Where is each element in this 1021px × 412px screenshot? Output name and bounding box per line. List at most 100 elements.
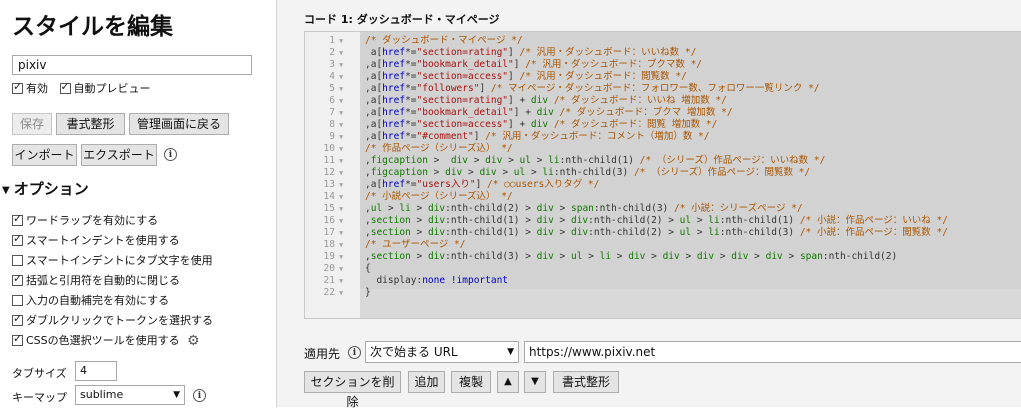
- option-checkbox[interactable]: [12, 295, 23, 306]
- option-label: ダブルクリックでトークンを選択する: [26, 314, 213, 327]
- code-line[interactable]: 7 ▼ ,a[href*="bookmark_detail"] + div /* ダ…: [305, 107, 1021, 119]
- add-section-button[interactable]: 追加: [408, 371, 445, 393]
- format-button[interactable]: 書式整形: [56, 113, 125, 135]
- option-checkbox[interactable]: [12, 232, 23, 246]
- code-token: div: [427, 215, 446, 226]
- code-token: >: [410, 251, 428, 262]
- code-token: li: [548, 155, 560, 166]
- code-editor[interactable]: 1 ▼/* ダッシュボード・マイページ */2 ▼ a[href*="section…: [304, 31, 1021, 319]
- code-line[interactable]: 19 ▼ ,section > div:nth-child(3) > div > u…: [305, 251, 1021, 263]
- code-line[interactable]: 9 ▼ ,a[href*="#comment"] /* 汎用・ダッシュボード：コメン…: [305, 131, 1021, 143]
- fold-marker-icon[interactable]: ▼: [339, 95, 343, 107]
- fold-marker-icon[interactable]: ▼: [339, 71, 343, 83]
- fold-marker-icon[interactable]: ▼: [339, 179, 343, 191]
- export-info-icon[interactable]: i: [164, 148, 177, 161]
- option-checkbox[interactable]: [12, 212, 23, 226]
- fold-marker-icon[interactable]: ▼: [339, 203, 343, 215]
- fold-marker-icon[interactable]: ▼: [339, 107, 343, 119]
- apply-info-icon[interactable]: i: [348, 346, 361, 359]
- fold-marker-icon[interactable]: ▼: [339, 119, 343, 131]
- code-line[interactable]: 16 ▼ ,section > div:nth-child(1) > div > d…: [305, 215, 1021, 227]
- code-token: ,a[: [365, 83, 383, 94]
- code-line[interactable]: 15 ▼ ,ul > li > div:nth-child(2) > div > s…: [305, 203, 1021, 215]
- code-line[interactable]: 17 ▼ ,section > div:nth-child(1) > div > d…: [305, 227, 1021, 239]
- code-token: /* 小説：作品ページ：いいね */: [799, 215, 948, 226]
- code-token: /* ダッシュボード：閲覧 増加数 */: [553, 119, 718, 130]
- fold-marker-icon[interactable]: ▼: [339, 47, 343, 59]
- code-text: {: [365, 263, 371, 275]
- option-item[interactable]: 括弧と引用符を自動的に閉じる: [12, 272, 180, 288]
- code-token: div: [536, 107, 554, 118]
- code-line[interactable]: 1 ▼ /* ダッシュボード・マイページ */: [305, 35, 1021, 47]
- fold-marker-icon[interactable]: ▼: [339, 83, 343, 95]
- duplicate-section-button[interactable]: 複製: [451, 371, 491, 393]
- code-line[interactable]: 18 ▼ /* ユーザーページ */: [305, 239, 1021, 251]
- option-checkbox[interactable]: [12, 332, 23, 346]
- code-token: >: [679, 251, 697, 262]
- code-token: *=: [405, 71, 417, 82]
- code-line[interactable]: 2 ▼ a[href*="section=rating"] /* 汎用・ダッシュボ…: [305, 47, 1021, 59]
- fold-marker-icon[interactable]: ▼: [339, 155, 343, 167]
- code-line[interactable]: 22 ▼}: [305, 287, 1021, 299]
- gear-icon[interactable]: ⚙: [187, 333, 200, 349]
- code-line[interactable]: 12 ▼ ,figcaption > div > div > ul > li:nth…: [305, 167, 1021, 179]
- fold-marker-icon[interactable]: ▼: [339, 275, 343, 287]
- option-checkbox[interactable]: [12, 312, 23, 326]
- option-item[interactable]: 入力の自動補完を有効にする: [12, 292, 169, 308]
- apply-url-input[interactable]: https://www.pixiv.net: [524, 341, 1021, 363]
- fold-marker-icon[interactable]: ▼: [339, 143, 343, 155]
- enabled-checkbox[interactable]: [12, 80, 23, 94]
- code-line[interactable]: 13 ▼ ,a[href*="users入り"] /* ○○users入りタグ */: [305, 179, 1021, 191]
- code-line[interactable]: 11 ▼ ,figcaption > div > div > ul > li:nth…: [305, 155, 1021, 167]
- keymap-info-icon[interactable]: i: [193, 389, 206, 402]
- code-line[interactable]: 4 ▼ ,a[href*="section=access"] /* 汎用・ダッシュボ…: [305, 71, 1021, 83]
- fold-marker-icon[interactable]: ▼: [339, 251, 343, 263]
- save-button[interactable]: 保存: [12, 113, 52, 135]
- code-text: ,section > div:nth-child(1) > div > div:…: [365, 227, 948, 239]
- line-number: 20: [323, 263, 335, 274]
- fold-marker-icon[interactable]: ▼: [339, 191, 343, 203]
- import-button[interactable]: インポート: [12, 144, 77, 166]
- section-format-button[interactable]: 書式整形: [553, 371, 619, 393]
- code-line[interactable]: 6 ▼ ,a[href*="section=rating"] + div /* ダッ…: [305, 95, 1021, 107]
- fold-marker-icon[interactable]: ▼: [339, 59, 343, 71]
- apply-type-select[interactable]: 次で始まる URL ▼: [365, 341, 519, 363]
- options-heading[interactable]: ▼ オプション: [2, 178, 89, 199]
- fold-marker-icon[interactable]: ▼: [339, 35, 343, 47]
- option-item[interactable]: ワードラップを有効にする: [12, 212, 158, 228]
- option-item[interactable]: CSSの色選択ツールを使用する: [12, 332, 180, 348]
- autopreview-checkbox[interactable]: [59, 80, 71, 94]
- option-item[interactable]: スマートインデントを使用する: [12, 232, 180, 248]
- code-line[interactable]: 8 ▼ ,a[href*="section=access"] + div /* ダッ…: [305, 119, 1021, 131]
- fold-marker-icon[interactable]: ▼: [339, 131, 343, 143]
- style-name-input[interactable]: pixiv: [12, 55, 252, 75]
- keymap-select[interactable]: sublime ▼: [75, 385, 185, 405]
- delete-section-button[interactable]: セクションを削除: [304, 371, 401, 409]
- code-token: div: [427, 203, 446, 214]
- option-checkbox[interactable]: [12, 272, 23, 286]
- code-token: ] +: [508, 119, 531, 130]
- move-up-button[interactable]: ▲: [497, 371, 519, 393]
- code-line[interactable]: 3 ▼ ,a[href*="bookmark_detail"] /* 汎用・ダッシュ…: [305, 59, 1021, 71]
- fold-marker-icon[interactable]: ▼: [339, 287, 343, 299]
- code-token: ul: [513, 167, 526, 178]
- code-line[interactable]: 10 ▼ /* 作品ページ（シリーズ込） */: [305, 143, 1021, 155]
- option-label: 入力の自動補完を有効にする: [26, 294, 170, 307]
- manage-button[interactable]: 管理画面に戻る: [129, 113, 229, 135]
- code-line[interactable]: 21 ▼ display:none !important: [305, 275, 1021, 287]
- move-down-button[interactable]: ▼: [524, 371, 546, 393]
- option-checkbox[interactable]: [12, 255, 23, 266]
- fold-marker-icon[interactable]: ▼: [339, 227, 343, 239]
- tabsize-input[interactable]: 4: [75, 361, 117, 381]
- code-line[interactable]: 14 ▼ /* 小説ページ（シリーズ込） */: [305, 191, 1021, 203]
- fold-marker-icon[interactable]: ▼: [339, 239, 343, 251]
- code-line[interactable]: 5 ▼ ,a[href*="followers"] /* マイページ・ダッシュボード…: [305, 83, 1021, 95]
- fold-marker-icon[interactable]: ▼: [339, 215, 343, 227]
- fold-marker-icon[interactable]: ▼: [339, 167, 343, 179]
- export-button[interactable]: エクスポート: [81, 144, 157, 166]
- option-item[interactable]: スマートインデントにタブ文字を使用: [12, 252, 213, 268]
- code-token: div: [662, 251, 680, 262]
- code-line[interactable]: 20 ▼ {: [305, 263, 1021, 275]
- fold-marker-icon[interactable]: ▼: [339, 263, 343, 275]
- option-item[interactable]: ダブルクリックでトークンを選択する: [12, 312, 213, 328]
